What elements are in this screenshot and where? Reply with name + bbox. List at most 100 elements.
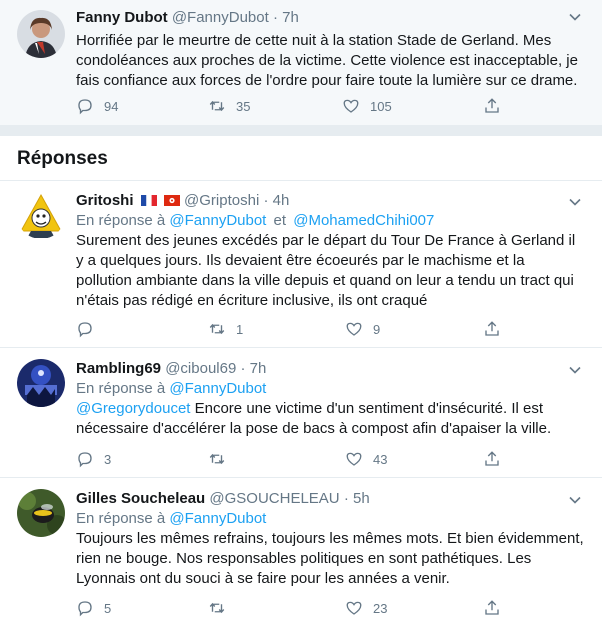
author-handle[interactable]: @FannyDubot (172, 9, 269, 26)
tweet-content: Gritoshi @Griptoshi · 4h En réponse à @F… (76, 191, 584, 311)
reply-context: En réponse à @FannyDubot (76, 509, 584, 529)
like-button[interactable]: 9 (345, 319, 380, 339)
reply-mention-link[interactable]: @FannyDubot (169, 510, 266, 527)
tweet-content: Fanny Dubot @FannyDubot · 7h Horrifiée p… (76, 8, 584, 91)
tweet-text: @Gregorydoucet Encore une victime d'un s… (76, 399, 584, 439)
action-bar: 1 9 (76, 319, 536, 339)
retweet-icon (209, 453, 225, 465)
reply-context: En réponse à @FannyDubot (76, 379, 584, 399)
tweet-header: Gilles Soucheleau @GSOUCHELEAU · 5h (76, 489, 584, 509)
author-name[interactable]: Gilles Soucheleau (76, 490, 205, 507)
chevron-down-icon[interactable] (568, 363, 582, 377)
avatar[interactable] (17, 359, 65, 407)
avatar-image (17, 191, 65, 239)
retweet-button[interactable]: 1 (208, 319, 243, 339)
share-button[interactable] (483, 319, 501, 339)
like-count: 23 (373, 600, 388, 616)
avatar[interactable] (17, 191, 65, 239)
avatar-image (17, 489, 65, 537)
dot-separator: · (272, 9, 278, 26)
timestamp[interactable]: 7h (250, 360, 267, 377)
author-handle[interactable]: @Griptoshi (184, 192, 259, 209)
avatar[interactable] (17, 10, 65, 58)
france-flag-icon (140, 195, 157, 206)
reply-icon (78, 322, 92, 338)
action-bar: 3 43 (76, 449, 536, 469)
reply-icon (78, 452, 92, 468)
timeline: Fanny Dubot @FannyDubot · 7h Horrifiée p… (0, 0, 602, 624)
share-icon (485, 451, 499, 466)
like-count: 105 (370, 98, 392, 114)
author-handle[interactable]: @ciboul69 (165, 360, 236, 377)
like-icon (346, 601, 362, 615)
like-button[interactable]: 43 (345, 449, 387, 469)
tweet-text: Toujours les mêmes refrains, toujours le… (76, 530, 584, 587)
timestamp[interactable]: 4h (273, 192, 290, 209)
author-name[interactable]: Rambling69 (76, 360, 161, 377)
like-button[interactable]: 23 (345, 598, 387, 618)
main-tweet[interactable]: Fanny Dubot @FannyDubot · 7h Horrifiée p… (0, 0, 602, 126)
chevron-down-icon[interactable] (568, 195, 582, 209)
reply-tweet[interactable]: Gritoshi @Griptoshi · 4h En réponse à @F… (0, 180, 602, 348)
reply-tweet[interactable]: Gilles Soucheleau @GSOUCHELEAU · 5h En r… (0, 479, 602, 624)
reply-count: 94 (104, 98, 119, 114)
share-icon (485, 600, 499, 615)
like-button[interactable]: 105 (342, 96, 392, 116)
reply-button[interactable]: 3 (76, 449, 111, 469)
dot-separator: · (263, 192, 269, 209)
reply-button[interactable]: 5 (76, 598, 111, 618)
share-icon (485, 98, 499, 113)
reply-mention-link[interactable]: @MohamedChihi007 (293, 212, 434, 229)
tweet-text: Horrifiée par le meurtre de cette nuit à… (76, 32, 578, 89)
reply-and: et (273, 212, 287, 229)
mention-link[interactable]: @Gregorydoucet (76, 400, 190, 417)
avatar-image (17, 359, 65, 407)
share-button[interactable] (483, 449, 501, 469)
author-handle[interactable]: @GSOUCHELEAU (209, 490, 339, 507)
action-bar: 94 35 105 (76, 96, 536, 116)
like-icon (346, 452, 362, 466)
author-name[interactable]: Gritoshi (76, 192, 134, 209)
chevron-down-icon[interactable] (568, 493, 582, 507)
tweet-header: Fanny Dubot @FannyDubot · 7h (76, 8, 584, 28)
retweet-button[interactable]: 35 (208, 96, 250, 116)
hong-kong-flag-icon (163, 195, 180, 206)
reply-prefix: En réponse à (76, 380, 166, 397)
retweet-count: 1 (236, 321, 244, 337)
reply-icon (78, 601, 92, 617)
section-separator (0, 126, 602, 136)
retweet-button[interactable] (208, 449, 236, 469)
reply-tweet[interactable]: Rambling69 @ciboul69 · 7h En réponse à @… (0, 349, 602, 478)
share-button[interactable] (483, 96, 501, 116)
reply-context: En réponse à @FannyDubot et @MohamedChih… (76, 211, 584, 231)
timestamp[interactable]: 5h (353, 490, 370, 507)
dot-separator: · (343, 490, 349, 507)
retweet-count: 35 (236, 98, 251, 114)
retweet-icon (209, 602, 225, 614)
action-bar: 5 23 (76, 598, 536, 618)
replies-heading: Réponses (17, 148, 108, 169)
reply-prefix: En réponse à (76, 510, 166, 527)
reply-mention-link[interactable]: @FannyDubot (169, 380, 266, 397)
share-button[interactable] (483, 598, 501, 618)
like-count: 9 (373, 321, 381, 337)
reply-icon (78, 99, 92, 115)
timestamp[interactable]: 7h (282, 9, 299, 26)
author-name[interactable]: Fanny Dubot (76, 9, 168, 26)
like-icon (346, 322, 362, 336)
tweet-content: Gilles Soucheleau @GSOUCHELEAU · 5h En r… (76, 489, 584, 589)
share-icon (485, 321, 499, 336)
reply-button[interactable] (76, 319, 104, 339)
retweet-button[interactable] (208, 598, 236, 618)
reply-count: 3 (104, 451, 112, 467)
avatar[interactable] (17, 489, 65, 537)
reply-count: 5 (104, 600, 112, 616)
reply-mention-link[interactable]: @FannyDubot (169, 212, 266, 229)
tweet-content: Rambling69 @ciboul69 · 7h En réponse à @… (76, 359, 584, 439)
reply-prefix: En réponse à (76, 212, 166, 229)
tweet-header: Gritoshi @Griptoshi · 4h (76, 191, 584, 211)
chevron-down-icon[interactable] (568, 10, 582, 24)
reply-button[interactable]: 94 (76, 96, 118, 116)
tweet-header: Rambling69 @ciboul69 · 7h (76, 359, 584, 379)
avatar-image (17, 10, 65, 58)
